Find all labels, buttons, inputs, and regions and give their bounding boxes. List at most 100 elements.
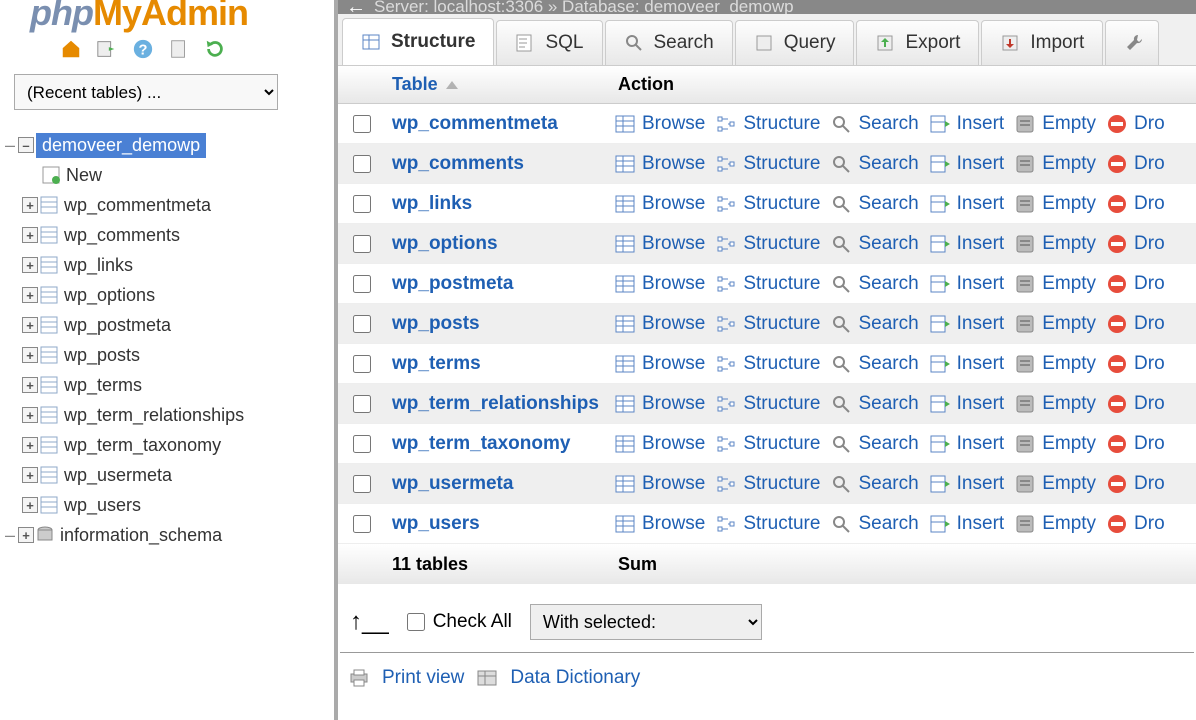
table-name-link[interactable]: wp_postmeta bbox=[392, 273, 513, 294]
action-browse[interactable]: Browse bbox=[614, 353, 705, 375]
action-browse[interactable]: Browse bbox=[614, 513, 705, 535]
action-search[interactable]: Search bbox=[830, 113, 918, 135]
action-insert[interactable]: Insert bbox=[929, 393, 1005, 415]
expand-icon[interactable]: + bbox=[22, 407, 38, 423]
row-checkbox[interactable] bbox=[353, 315, 371, 333]
action-search[interactable]: Search bbox=[830, 193, 918, 215]
table-name-link[interactable]: wp_users bbox=[392, 513, 480, 534]
action-drop[interactable]: Dro bbox=[1106, 153, 1165, 175]
action-browse[interactable]: Browse bbox=[614, 473, 705, 495]
action-insert[interactable]: Insert bbox=[929, 153, 1005, 175]
tab-query[interactable]: Query bbox=[735, 20, 855, 65]
action-drop[interactable]: Dro bbox=[1106, 353, 1165, 375]
action-drop[interactable]: Dro bbox=[1106, 473, 1165, 495]
action-insert[interactable]: Insert bbox=[929, 433, 1005, 455]
sidebar-table[interactable]: +wp_term_relationships bbox=[0, 400, 320, 430]
expand-icon[interactable]: + bbox=[22, 227, 38, 243]
expand-icon[interactable]: + bbox=[22, 497, 38, 513]
action-search[interactable]: Search bbox=[830, 473, 918, 495]
tab-sql[interactable]: SQL bbox=[496, 20, 602, 65]
action-drop[interactable]: Dro bbox=[1106, 393, 1165, 415]
action-search[interactable]: Search bbox=[830, 233, 918, 255]
action-structure[interactable]: Structure bbox=[715, 313, 820, 335]
expand-icon[interactable]: + bbox=[22, 347, 38, 363]
action-drop[interactable]: Dro bbox=[1106, 513, 1165, 535]
recent-tables[interactable]: (Recent tables) ... bbox=[14, 74, 278, 110]
action-search[interactable]: Search bbox=[830, 353, 918, 375]
action-empty[interactable]: Empty bbox=[1014, 353, 1096, 375]
sidebar-info-schema[interactable]: – + information_schema bbox=[0, 520, 320, 550]
table-name-link[interactable]: wp_posts bbox=[392, 313, 480, 334]
tab-structure[interactable]: Structure bbox=[342, 18, 494, 65]
action-structure[interactable]: Structure bbox=[715, 113, 820, 135]
row-checkbox[interactable] bbox=[353, 435, 371, 453]
action-browse[interactable]: Browse bbox=[614, 433, 705, 455]
action-empty[interactable]: Empty bbox=[1014, 193, 1096, 215]
action-drop[interactable]: Dro bbox=[1106, 233, 1165, 255]
action-search[interactable]: Search bbox=[830, 153, 918, 175]
action-structure[interactable]: Structure bbox=[715, 393, 820, 415]
row-checkbox[interactable] bbox=[353, 115, 371, 133]
action-browse[interactable]: Browse bbox=[614, 113, 705, 135]
action-empty[interactable]: Empty bbox=[1014, 233, 1096, 255]
with-selected-select[interactable]: With selected: bbox=[530, 604, 762, 640]
row-checkbox[interactable] bbox=[353, 155, 371, 173]
action-structure[interactable]: Structure bbox=[715, 233, 820, 255]
reload-icon[interactable] bbox=[204, 38, 226, 60]
action-drop[interactable]: Dro bbox=[1106, 193, 1165, 215]
table-name-link[interactable]: wp_usermeta bbox=[392, 473, 513, 494]
sidebar-table[interactable]: +wp_options bbox=[0, 280, 320, 310]
sql-icon[interactable] bbox=[168, 38, 190, 60]
table-name-link[interactable]: wp_term_taxonomy bbox=[392, 433, 570, 454]
row-checkbox[interactable] bbox=[353, 515, 371, 533]
recent-tables-select[interactable]: (Recent tables) ... bbox=[14, 74, 278, 110]
table-name-link[interactable]: wp_comments bbox=[392, 153, 524, 174]
expand-icon[interactable]: + bbox=[22, 437, 38, 453]
row-checkbox[interactable] bbox=[353, 275, 371, 293]
expand-icon[interactable]: + bbox=[22, 197, 38, 213]
action-insert[interactable]: Insert bbox=[929, 233, 1005, 255]
table-name-link[interactable]: wp_terms bbox=[392, 353, 481, 374]
table-name-link[interactable]: wp_options bbox=[392, 233, 498, 254]
table-name-link[interactable]: wp_term_relationships bbox=[392, 393, 599, 414]
collapse-icon[interactable]: – bbox=[18, 137, 34, 153]
action-empty[interactable]: Empty bbox=[1014, 513, 1096, 535]
action-insert[interactable]: Insert bbox=[929, 473, 1005, 495]
action-search[interactable]: Search bbox=[830, 313, 918, 335]
action-insert[interactable]: Insert bbox=[929, 313, 1005, 335]
tab-export[interactable]: Export bbox=[856, 20, 979, 65]
action-insert[interactable]: Insert bbox=[929, 353, 1005, 375]
action-drop[interactable]: Dro bbox=[1106, 113, 1165, 135]
action-insert[interactable]: Insert bbox=[929, 273, 1005, 295]
expand-icon[interactable]: + bbox=[18, 527, 34, 543]
th-table[interactable]: Table bbox=[386, 74, 614, 95]
sidebar-table[interactable]: +wp_links bbox=[0, 250, 320, 280]
action-empty[interactable]: Empty bbox=[1014, 433, 1096, 455]
sidebar-table[interactable]: +wp_posts bbox=[0, 340, 320, 370]
expand-icon[interactable]: + bbox=[22, 257, 38, 273]
action-empty[interactable]: Empty bbox=[1014, 313, 1096, 335]
action-structure[interactable]: Structure bbox=[715, 353, 820, 375]
row-checkbox[interactable] bbox=[353, 235, 371, 253]
action-drop[interactable]: Dro bbox=[1106, 313, 1165, 335]
action-browse[interactable]: Browse bbox=[614, 273, 705, 295]
action-empty[interactable]: Empty bbox=[1014, 393, 1096, 415]
action-browse[interactable]: Browse bbox=[614, 313, 705, 335]
action-insert[interactable]: Insert bbox=[929, 113, 1005, 135]
action-structure[interactable]: Structure bbox=[715, 513, 820, 535]
row-checkbox[interactable] bbox=[353, 195, 371, 213]
table-name-link[interactable]: wp_commentmeta bbox=[392, 113, 558, 134]
action-structure[interactable]: Structure bbox=[715, 433, 820, 455]
print-view-link[interactable]: Print view bbox=[382, 667, 464, 689]
action-empty[interactable]: Empty bbox=[1014, 273, 1096, 295]
action-browse[interactable]: Browse bbox=[614, 153, 705, 175]
action-structure[interactable]: Structure bbox=[715, 473, 820, 495]
sidebar-db[interactable]: – – demoveer_demowp bbox=[0, 130, 320, 160]
action-insert[interactable]: Insert bbox=[929, 513, 1005, 535]
sidebar-table[interactable]: +wp_usermeta bbox=[0, 460, 320, 490]
expand-icon[interactable]: + bbox=[22, 377, 38, 393]
action-structure[interactable]: Structure bbox=[715, 153, 820, 175]
sidebar-table[interactable]: +wp_postmeta bbox=[0, 310, 320, 340]
action-search[interactable]: Search bbox=[830, 273, 918, 295]
nav-back-icon[interactable]: ← bbox=[346, 0, 366, 14]
